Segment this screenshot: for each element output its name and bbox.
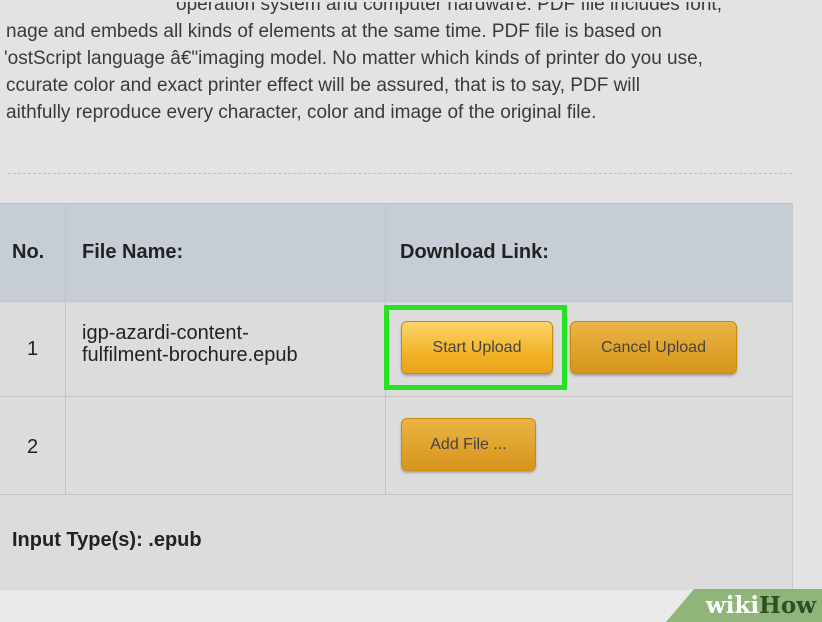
description-line: aithfully reproduce every character, col… xyxy=(6,102,597,123)
header-no: No. xyxy=(12,241,45,263)
row-divider xyxy=(0,494,792,495)
description-line: ccurate color and exact printer effect w… xyxy=(6,75,640,96)
watermark-how: How xyxy=(759,592,816,619)
description-text: operation system and computer hardware. … xyxy=(0,2,822,152)
input-types-label: Input Type(s): .epub xyxy=(12,529,202,551)
cancel-upload-button[interactable]: Cancel Upload xyxy=(570,321,737,374)
row-divider xyxy=(0,396,792,397)
row-number: 2 xyxy=(27,436,39,458)
dashed-divider xyxy=(8,173,792,174)
watermark-wiki: wiki xyxy=(705,592,760,619)
row-number: 1 xyxy=(27,338,39,360)
highlight-box xyxy=(384,305,567,390)
description-line: nage and embeds all kinds of elements at… xyxy=(6,21,662,42)
file-name-line: igp-azardi-content- xyxy=(82,322,249,344)
description-line: operation system and computer hardware. … xyxy=(176,2,722,15)
header-download-link: Download Link: xyxy=(400,241,549,263)
description-line: 'ostScript language â€"imaging model. No… xyxy=(4,48,703,69)
file-name-line: fulfilment-brochure.epub xyxy=(82,344,298,366)
add-file-button[interactable]: Add File ... xyxy=(401,418,536,471)
file-table: No. File Name: Download Link: 1 igp-azar… xyxy=(0,203,793,590)
file-name: igp-azardi-content- fulfilment-brochure.… xyxy=(82,322,298,366)
header-file-name: File Name: xyxy=(82,241,184,263)
column-divider xyxy=(65,203,66,494)
